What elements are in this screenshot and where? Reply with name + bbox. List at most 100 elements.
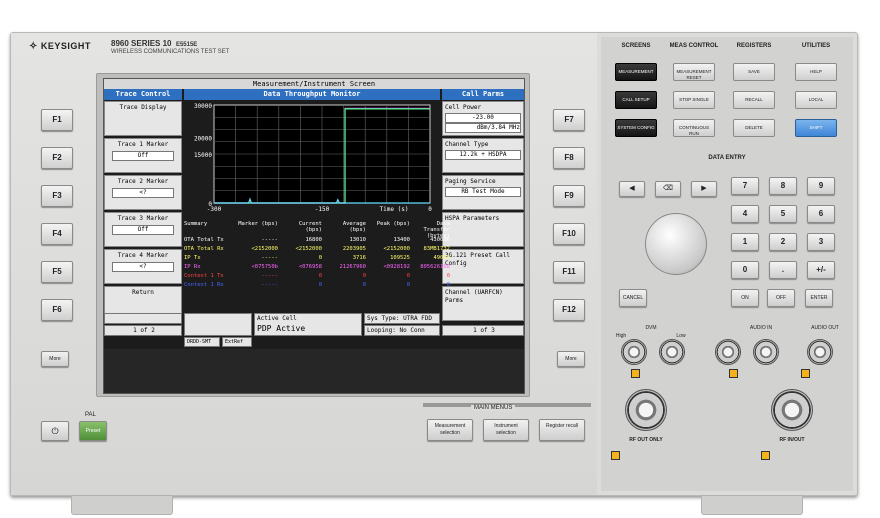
arrow-right-button[interactable]: ▶ bbox=[691, 181, 717, 197]
summary-row-name: OTA Total Rx bbox=[184, 246, 224, 252]
numpad-key-2[interactable]: 8 bbox=[769, 177, 797, 195]
brand-logo: ✧ KEYSIGHT bbox=[29, 41, 91, 52]
y-tick-label: 15000 bbox=[194, 152, 212, 159]
numpad-key-10[interactable]: 0 bbox=[731, 261, 759, 279]
summary-cell: 0 bbox=[446, 282, 450, 288]
softkey-left-2[interactable]: Trace 1 Marker Off bbox=[104, 138, 182, 173]
fkey-f9[interactable]: F9 bbox=[553, 185, 585, 207]
menu-button-1[interactable]: Measurement selection bbox=[427, 419, 473, 441]
menu-button-3[interactable]: Register recall bbox=[539, 419, 585, 441]
summary-cell: <2152000 bbox=[383, 246, 411, 252]
summary-row: Context 1 Tx ----- 0 0 0 0 bbox=[184, 273, 450, 281]
entry-key-cancel[interactable]: CANCEL bbox=[619, 289, 647, 307]
summary-header-cell: Average (bps) bbox=[342, 221, 366, 233]
audio-out-label: AUDIO OUT bbox=[811, 325, 839, 331]
reg-key-2[interactable]: RECALL bbox=[733, 91, 775, 109]
softkey-label: Channel Type bbox=[445, 141, 489, 148]
rf-out-only-label: RF OUT ONLY bbox=[629, 437, 663, 443]
numpad-key-1[interactable]: 7 bbox=[731, 177, 759, 195]
softkey-left-3[interactable]: Trace 2 Marker <? bbox=[104, 175, 182, 210]
fkey-f4[interactable]: F4 bbox=[41, 223, 73, 245]
connector-port-2 bbox=[659, 339, 685, 365]
meas-key-1[interactable]: MEASUREMENT RESET bbox=[673, 63, 715, 81]
reg-key-3[interactable]: DELETE bbox=[733, 119, 775, 137]
fkey-f1[interactable]: F1 bbox=[41, 109, 73, 131]
softkey-label: Trace 1 Marker bbox=[117, 141, 169, 148]
softkey-left-5[interactable]: Trace 4 Marker <? bbox=[104, 249, 182, 284]
entry-key-enter[interactable]: ENTER bbox=[805, 289, 833, 307]
fkey-f2[interactable]: F2 bbox=[41, 147, 73, 169]
summary-cell: <075750b bbox=[251, 264, 279, 270]
softkey-label: Cell Power bbox=[445, 104, 482, 111]
screen-key-2[interactable]: CALL SETUP bbox=[615, 91, 657, 109]
entry-key-on[interactable]: ON bbox=[731, 289, 759, 307]
fkey-f6[interactable]: F6 bbox=[41, 299, 73, 321]
numpad-key-11[interactable]: . bbox=[769, 261, 797, 279]
fkey-f8[interactable]: F8 bbox=[553, 147, 585, 169]
softkey-left-1[interactable]: Trace Display bbox=[104, 101, 182, 136]
device-foot-left bbox=[71, 495, 173, 515]
fkey-f10[interactable]: F10 bbox=[553, 223, 585, 245]
more-right-button[interactable]: More bbox=[557, 351, 585, 367]
softkey-label: Trace 2 Marker bbox=[117, 178, 169, 185]
looping-status: Looping: No Conn bbox=[364, 325, 440, 336]
power-icon: ⏻ bbox=[51, 426, 59, 436]
ext-ref-status: ExtRef bbox=[222, 337, 252, 347]
screen-key-3[interactable]: SYSTEM CONFIG bbox=[615, 119, 657, 137]
numpad-key-4[interactable]: 4 bbox=[731, 205, 759, 223]
util-key-2[interactable]: LOCAL bbox=[795, 91, 837, 109]
numpad-key-5[interactable]: 5 bbox=[769, 205, 797, 223]
arrow-left-button[interactable]: ◀ bbox=[619, 181, 645, 197]
screen-key-1[interactable]: MEASUREMENT bbox=[615, 63, 657, 81]
power-button[interactable]: ⏻ bbox=[41, 421, 69, 441]
softkey-label: Trace 4 Marker bbox=[117, 252, 169, 259]
numpad-key-9[interactable]: 3 bbox=[807, 233, 835, 251]
y-tick-label: 20000 bbox=[194, 136, 212, 143]
fkey-f3[interactable]: F3 bbox=[41, 185, 73, 207]
back-space-button[interactable]: ⌫ bbox=[655, 181, 681, 197]
more-left-button[interactable]: More bbox=[41, 351, 69, 367]
meas-key-2[interactable]: STOP SINGLE bbox=[673, 91, 715, 109]
numpad-key-7[interactable]: 1 bbox=[731, 233, 759, 251]
softkey-value: RB Test Mode bbox=[445, 187, 521, 197]
softkey-right-2[interactable]: Channel Type 12.2k + HSDPA bbox=[442, 138, 524, 173]
backspace-icon: ⌫ bbox=[663, 185, 673, 192]
summary-cell: 0 bbox=[362, 282, 366, 288]
numpad-key-6[interactable]: 6 bbox=[807, 205, 835, 223]
summary-header-cell: Marker (bps) bbox=[238, 221, 278, 227]
rotary-knob[interactable] bbox=[645, 213, 707, 275]
summary-cell: 49020 bbox=[433, 255, 450, 261]
softkey-right-5[interactable]: 3G.121 Preset Call Config bbox=[442, 249, 524, 284]
summary-cell: ----- bbox=[261, 255, 278, 261]
util-key-3[interactable]: SHIFT bbox=[795, 119, 837, 137]
preset-button[interactable]: Preset bbox=[79, 421, 107, 441]
softkey-right-6[interactable]: Channel (UARFCN) Parms bbox=[442, 286, 524, 321]
entry-key-off[interactable]: OFF bbox=[767, 289, 795, 307]
softkey-right-1[interactable]: Cell Power -23.00 dBm/3.84 MHz bbox=[442, 101, 524, 136]
fkey-f7[interactable]: F7 bbox=[553, 109, 585, 131]
util-key-1[interactable]: HELP bbox=[795, 63, 837, 81]
summary-row: IP Rx <075750b <076958 21267960 <0928192 8056… bbox=[184, 264, 450, 272]
meas-key-3[interactable]: CONTINUOUS RUN bbox=[673, 119, 715, 137]
fkey-f12[interactable]: F12 bbox=[553, 299, 585, 321]
summary-cell: 16800 bbox=[305, 237, 322, 243]
softkey-label: Trace 3 Marker bbox=[117, 215, 169, 222]
front-left-panel: ✧ KEYSIGHT 8960 SERIES 10 E5515E WIRELESS… bbox=[11, 33, 597, 495]
numpad-key-12[interactable]: +/- bbox=[807, 261, 835, 279]
keysight-logo-icon: ✧ bbox=[29, 41, 38, 52]
reg-key-1[interactable]: SAVE bbox=[733, 63, 775, 81]
model-subtitle: WIRELESS COMMUNICATIONS TEST SET bbox=[111, 49, 230, 55]
summary-cell: 430036 bbox=[430, 237, 450, 243]
numpad-key-3[interactable]: 9 bbox=[807, 177, 835, 195]
summary-table: Summary Marker (bps) Current (bps) Average … bbox=[184, 221, 450, 311]
summary-cell: 0 bbox=[446, 273, 450, 279]
softkey-left-4[interactable]: Trace 3 Marker Off bbox=[104, 212, 182, 247]
summary-cell: <2152000 bbox=[251, 246, 279, 252]
softkey-right-3[interactable]: Paging Service RB Test Mode bbox=[442, 175, 524, 210]
numpad-key-8[interactable]: 2 bbox=[769, 233, 797, 251]
x-tick-label: -300 bbox=[207, 206, 222, 213]
menu-button-2[interactable]: Instrument selection bbox=[483, 419, 529, 441]
fkey-f5[interactable]: F5 bbox=[41, 261, 73, 283]
fkey-f11[interactable]: F11 bbox=[553, 261, 585, 283]
softkey-right-4[interactable]: HSPA Parameters bbox=[442, 212, 524, 247]
